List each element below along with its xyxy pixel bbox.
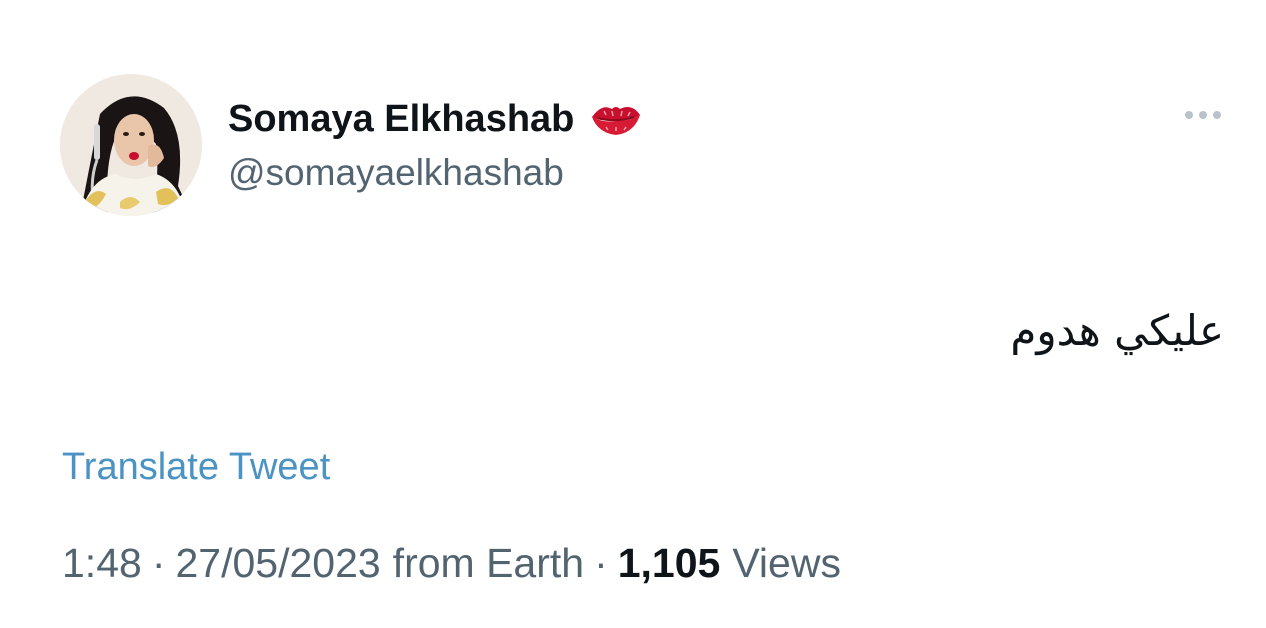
meta-separator: · (151, 540, 166, 586)
avatar[interactable] (60, 74, 202, 216)
avatar-photo (60, 74, 202, 216)
author-handle[interactable]: @somayaelkhashab (228, 152, 564, 194)
tweet-meta: 1:48 · 27/05/2023 from Earth · 1,105 Vie… (62, 540, 841, 587)
views-label[interactable]: Views (732, 540, 841, 587)
author-display-name[interactable]: Somaya Elkhashab (228, 98, 574, 141)
author-name-row[interactable]: Somaya Elkhashab (228, 94, 644, 144)
views-count[interactable]: 1,105 (618, 540, 721, 587)
tweet-text: عليكي هدوم (1010, 306, 1224, 355)
meta-separator: · (594, 540, 608, 586)
translate-tweet-link[interactable]: Translate Tweet (62, 446, 330, 489)
kiss-mark-icon (588, 99, 644, 139)
tweet-date[interactable]: 27/05/2023 (175, 540, 380, 587)
more-button[interactable] (1178, 100, 1228, 130)
tweet-time[interactable]: 1:48 (62, 540, 142, 587)
tweet-card: Somaya Elkhashab @somayaelkhashab عليكي … (0, 0, 1266, 628)
more-dots-icon (1185, 111, 1221, 119)
tweet-source: from Earth (392, 540, 585, 586)
